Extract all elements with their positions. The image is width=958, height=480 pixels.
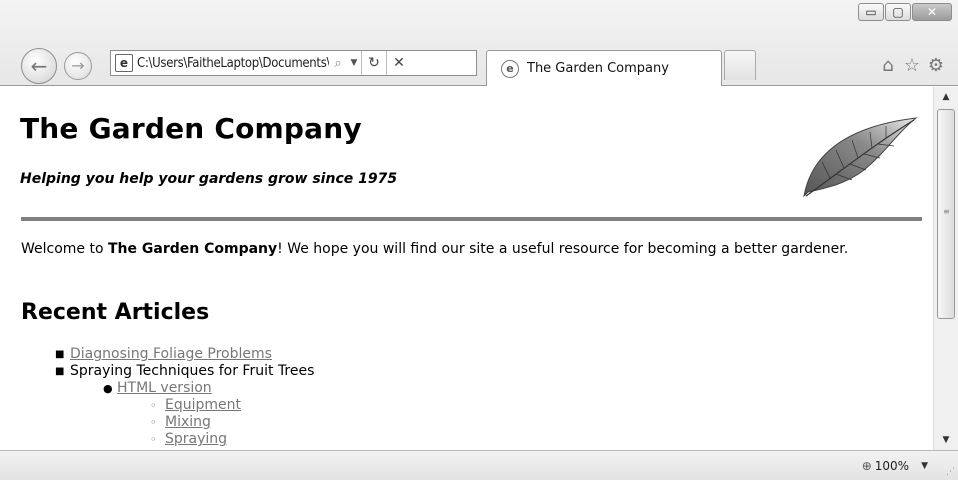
minimize-icon: ▭ <box>865 5 877 19</box>
recent-articles-heading: Recent Articles <box>21 300 210 325</box>
zoom-icon: ⊕ <box>861 459 872 473</box>
favorites-star-icon[interactable]: ☆ <box>900 56 924 76</box>
window-controls: ▭ ▢ ✕ <box>857 3 952 21</box>
header-divider <box>21 217 922 221</box>
forward-arrow-icon: → <box>71 56 85 75</box>
zoom-level: 100% <box>874 459 910 473</box>
vertical-scrollbar[interactable]: ▲ ≡ ▼ <box>933 87 958 450</box>
list-item: ■ Diagnosing Foliage Problems <box>0 346 920 363</box>
disc-bullet-icon: ● <box>103 382 113 395</box>
maximize-icon: ▢ <box>892 5 904 19</box>
home-icon[interactable]: ⌂ <box>876 56 900 76</box>
scrollbar-thumb[interactable]: ≡ <box>937 109 955 319</box>
scroll-up-arrow-icon[interactable]: ▲ <box>934 87 958 107</box>
article-label-spraying-techniques: Spraying Techniques for Fruit Trees <box>70 363 315 379</box>
spraying-link[interactable]: Spraying <box>165 431 227 447</box>
page-body: The Garden Company Helping you help your… <box>0 112 933 187</box>
page-viewport: The Garden Company Helping you help your… <box>0 87 933 450</box>
list-item: ◦ Equipment <box>0 397 920 414</box>
html-version-link[interactable]: HTML version <box>117 380 212 396</box>
minimize-button[interactable]: ▭ <box>858 3 884 21</box>
scrollbar-grip-icon: ≡ <box>943 207 950 216</box>
article-link-diagnosing-foliage[interactable]: Diagnosing Foliage Problems <box>70 346 272 362</box>
back-arrow-icon: ← <box>30 54 48 78</box>
square-bullet-icon: ■ <box>55 349 65 360</box>
articles-list: ■ Diagnosing Foliage Problems ■ Spraying T… <box>0 346 920 448</box>
square-bullet-icon: ■ <box>55 366 65 377</box>
zoom-control[interactable]: ⊕ 100% ▼ <box>862 459 928 473</box>
welcome-company-name: The Garden Company <box>108 241 278 257</box>
toolbar-icons: ⌂ ☆ ⚙ <box>876 56 948 76</box>
list-item: ◦ Mixing <box>0 414 920 431</box>
status-bar: ⊕ 100% ▼ ⋰ <box>0 450 958 480</box>
back-button[interactable]: ← <box>21 48 57 84</box>
new-tab-button[interactable] <box>724 50 756 80</box>
stop-icon[interactable]: ✕ <box>387 55 411 71</box>
maximize-button[interactable]: ▢ <box>885 3 911 21</box>
welcome-prefix: Welcome to <box>21 241 108 257</box>
site-title: The Garden Company <box>20 112 362 145</box>
zoom-dropdown-icon[interactable]: ▼ <box>921 461 928 471</box>
close-window-button[interactable]: ✕ <box>912 3 952 21</box>
forward-button[interactable]: → <box>64 52 92 80</box>
list-item: ■ Spraying Techniques for Fruit Trees <box>0 363 920 380</box>
browser-chrome: ▭ ▢ ✕ ← → e C:\Users\FaitheLaptop\Docume… <box>0 0 958 86</box>
refresh-icon[interactable]: ↻ <box>362 55 386 71</box>
tab-the-garden-company[interactable]: e The Garden Company <box>486 50 722 86</box>
mixing-link[interactable]: Mixing <box>165 414 211 430</box>
list-item: ● HTML version <box>0 380 920 397</box>
resize-grip-icon[interactable]: ⋰ <box>946 467 955 477</box>
welcome-suffix: ! We hope you will find our site a usefu… <box>277 241 849 257</box>
page-icon: e <box>115 54 133 72</box>
equipment-link[interactable]: Equipment <box>165 397 241 413</box>
address-dropdown-icon[interactable]: ▼ <box>347 58 361 68</box>
circle-bullet-icon: ◦ <box>150 433 157 446</box>
welcome-text: Welcome to The Garden Company! We hope y… <box>21 241 901 257</box>
address-bar[interactable]: e C:\Users\FaitheLaptop\Documents\Micros… <box>110 50 477 76</box>
settings-gear-icon[interactable]: ⚙ <box>924 56 948 76</box>
leaf-logo-icon <box>803 117 918 198</box>
search-icon[interactable]: ⌕ <box>329 56 347 71</box>
circle-bullet-icon: ◦ <box>150 416 157 429</box>
tab-title: The Garden Company <box>527 61 669 76</box>
circle-bullet-icon: ◦ <box>150 399 157 412</box>
close-icon: ✕ <box>926 5 938 19</box>
ie-favicon-icon: e <box>501 59 519 78</box>
scroll-down-arrow-icon[interactable]: ▼ <box>934 430 958 450</box>
tagline: Helping you help your gardens grow since… <box>20 171 398 187</box>
url-field[interactable]: C:\Users\FaitheLaptop\Documents\Microsof… <box>137 56 329 71</box>
list-item: ◦ Spraying <box>0 431 920 448</box>
